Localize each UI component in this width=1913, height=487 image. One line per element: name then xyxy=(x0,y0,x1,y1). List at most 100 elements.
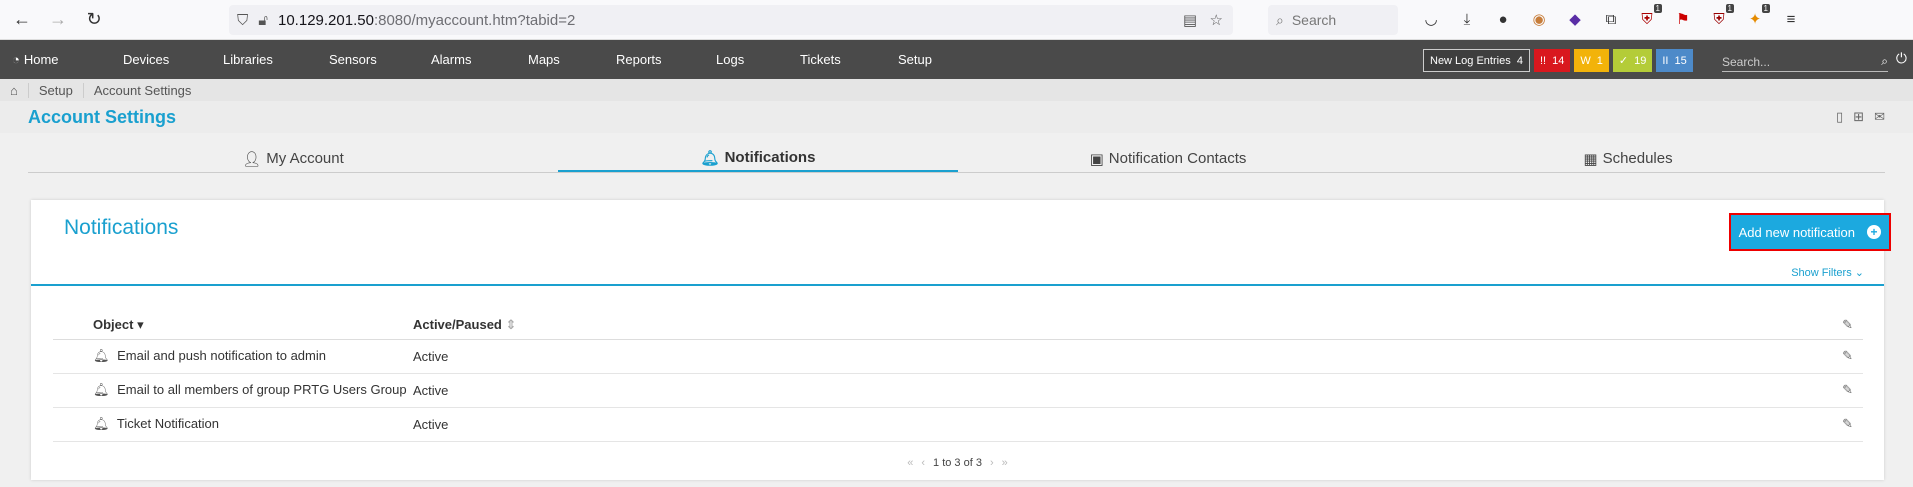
show-filters-label: Show Filters xyxy=(1791,267,1852,279)
reload-icon[interactable]: ↻ xyxy=(80,6,108,34)
nav-maps[interactable]: Maps xyxy=(528,52,560,67)
row-object[interactable]: 🔔︎ Ticket Notification xyxy=(53,407,413,442)
lock-icon: 🔓︎ xyxy=(258,11,268,29)
shield-icon: ⛉ xyxy=(237,11,249,29)
column-object[interactable]: Object ▾ xyxy=(53,311,413,340)
nav-reports[interactable]: Reports xyxy=(616,52,662,67)
log-entries-label: New Log Entries xyxy=(1430,54,1511,67)
new-log-entries-button[interactable]: New Log Entries 4 xyxy=(1423,49,1530,72)
extension-shield-icon[interactable]: ⛨ 1 xyxy=(1708,4,1734,30)
row-object-label: Email and push notification to admin xyxy=(117,348,326,363)
down-alarms-icon: !! xyxy=(1539,54,1547,67)
search-icon[interactable]: ⌕ xyxy=(1881,54,1888,69)
back-icon[interactable]: ← xyxy=(8,6,36,34)
nav-logs[interactable]: Logs xyxy=(716,52,744,67)
breadcrumb-setup[interactable]: Setup xyxy=(29,82,84,98)
tab-notification-contacts[interactable]: ▣ Notification Contacts xyxy=(958,145,1378,172)
table-row[interactable]: 🔔︎ Email and push notification to admin … xyxy=(53,339,1863,374)
extension-fox-icon[interactable]: ✦ 1 xyxy=(1744,4,1770,30)
row-status: Active xyxy=(413,373,1823,408)
row-status: Active xyxy=(413,339,1823,374)
calendar-icon: ▦ xyxy=(1583,150,1598,168)
extension-ublock-icon[interactable]: ⛨ 1 xyxy=(1636,4,1662,30)
nav-sensors[interactable]: Sensors xyxy=(329,52,377,67)
prev-page-icon[interactable]: ‹ xyxy=(921,457,925,469)
nav-home-label: Home xyxy=(23,52,59,67)
url-bar[interactable]: ⛉ 🔓︎ 10.129.201.50 :8080/myaccount.htm?t… xyxy=(229,5,1233,35)
sort-icon: ⇕ xyxy=(505,316,517,332)
pocket-icon[interactable]: ◡ xyxy=(1420,8,1442,30)
nav-search-placeholder: Search... xyxy=(1722,54,1771,69)
row-object[interactable]: 🔔︎ Email to all members of group PRTG Us… xyxy=(53,373,413,408)
warning-icon: W xyxy=(1580,54,1591,67)
column-active-paused-label: Active/Paused xyxy=(413,316,502,332)
table-row[interactable]: 🔔︎ Email to all members of group PRTG Us… xyxy=(53,373,1863,408)
nav-libraries[interactable]: Libraries xyxy=(223,52,273,67)
extension-flag-icon[interactable]: ⚑ xyxy=(1672,8,1694,30)
add-button-label: Add new notification xyxy=(1738,224,1855,240)
mail-icon[interactable]: ✉ xyxy=(1874,109,1885,125)
url-path: :8080/myaccount.htm?tabid=2 xyxy=(373,11,576,29)
last-page-icon[interactable]: » xyxy=(1002,457,1008,469)
pagination: « ‹ 1 to 3 of 3 › » xyxy=(907,457,1008,469)
warning-badge[interactable]: W 1 xyxy=(1574,49,1609,72)
first-page-icon[interactable]: « xyxy=(907,457,913,469)
tab-schedules[interactable]: ▦ Schedules xyxy=(1378,145,1878,172)
tab-my-account[interactable]: 👤︎ My Account xyxy=(28,145,558,172)
extension-cookie-icon[interactable]: ◉ xyxy=(1528,8,1550,30)
extension-diamond-icon[interactable]: ◆ xyxy=(1564,8,1586,30)
nav-devices[interactable]: Devices xyxy=(123,52,169,67)
home-icon[interactable]: ⌂ xyxy=(0,82,29,98)
add-new-notification-button[interactable]: Add new notification + xyxy=(1728,213,1892,251)
row-object[interactable]: 🔔︎ Email and push notification to admin xyxy=(53,339,413,374)
nav-home[interactable]: ◔ Home xyxy=(12,52,122,67)
extensions-puzzle-icon[interactable]: ⧉ xyxy=(1600,8,1622,30)
user-icon: 👤︎ xyxy=(242,150,262,168)
menu-icon[interactable]: ≡ xyxy=(1780,8,1802,30)
reader-icon[interactable]: ▤ xyxy=(1183,11,1197,29)
tab-notifications[interactable]: 🔔︎ Notifications xyxy=(558,145,958,172)
plus-circle-icon: + xyxy=(1867,225,1881,239)
account-icon[interactable]: ● xyxy=(1492,8,1514,30)
power-icon[interactable]: ⏻ xyxy=(1896,50,1907,67)
forward-icon[interactable]: → xyxy=(44,6,72,34)
nav-search-input[interactable]: Search... ⌕ xyxy=(1722,52,1888,72)
next-page-icon[interactable]: › xyxy=(990,457,994,469)
sort-desc-icon: ▾ xyxy=(137,316,144,332)
up-badge[interactable]: ✓ 19 xyxy=(1612,49,1653,72)
paused-badge[interactable]: II 15 xyxy=(1656,49,1693,72)
search-icon: ⌕ xyxy=(1276,11,1284,28)
edit-icon[interactable]: ✎ xyxy=(1823,373,1863,408)
show-filters-link[interactable]: Show Filters ⌄ xyxy=(1791,266,1864,279)
document-icon[interactable]: ▯ xyxy=(1836,109,1843,125)
nav-setup[interactable]: Setup xyxy=(898,52,932,67)
row-status: Active xyxy=(413,407,1823,442)
bell-icon: 🔔︎ xyxy=(93,348,110,363)
page-header: Account Settings ▯ ⊞ ✉ xyxy=(0,101,1913,133)
row-object-label: Ticket Notification xyxy=(116,416,220,431)
column-object-label: Object xyxy=(93,316,134,332)
contact-icon: ▣ xyxy=(1089,150,1104,168)
nav-alarms[interactable]: Alarms xyxy=(431,52,471,67)
browser-search[interactable]: ⌕ Search xyxy=(1268,5,1398,35)
down-alarms-badge[interactable]: !! 14 xyxy=(1533,49,1571,72)
divider xyxy=(31,284,1884,286)
bell-icon: 🔔︎ xyxy=(93,382,110,397)
table-header-row: Object ▾ Active/Paused ⇕ ✎ xyxy=(53,311,1863,340)
warning-count: 1 xyxy=(1596,54,1603,67)
add-page-icon[interactable]: ⊞ xyxy=(1853,109,1864,125)
edit-icon[interactable]: ✎ xyxy=(1823,339,1863,374)
download-icon[interactable]: ⤓ xyxy=(1456,8,1478,30)
check-icon: ✓ xyxy=(1618,55,1629,67)
edit-icon[interactable]: ✎ xyxy=(1823,407,1863,442)
breadcrumb-account-settings[interactable]: Account Settings xyxy=(84,83,202,98)
log-entries-count: 4 xyxy=(1516,54,1523,67)
edit-all-icon[interactable]: ✎ xyxy=(1823,311,1863,340)
bell-icon: 🔔︎ xyxy=(700,149,720,167)
bookmark-star-icon[interactable]: ☆ xyxy=(1210,11,1223,29)
tab-my-account-label: My Account xyxy=(266,150,344,167)
column-active-paused[interactable]: Active/Paused ⇕ xyxy=(413,311,1823,340)
table-row[interactable]: 🔔︎ Ticket Notification Active ✎ xyxy=(53,407,1863,442)
nav-tickets[interactable]: Tickets xyxy=(800,52,841,67)
down-alarms-count: 14 xyxy=(1552,54,1565,67)
